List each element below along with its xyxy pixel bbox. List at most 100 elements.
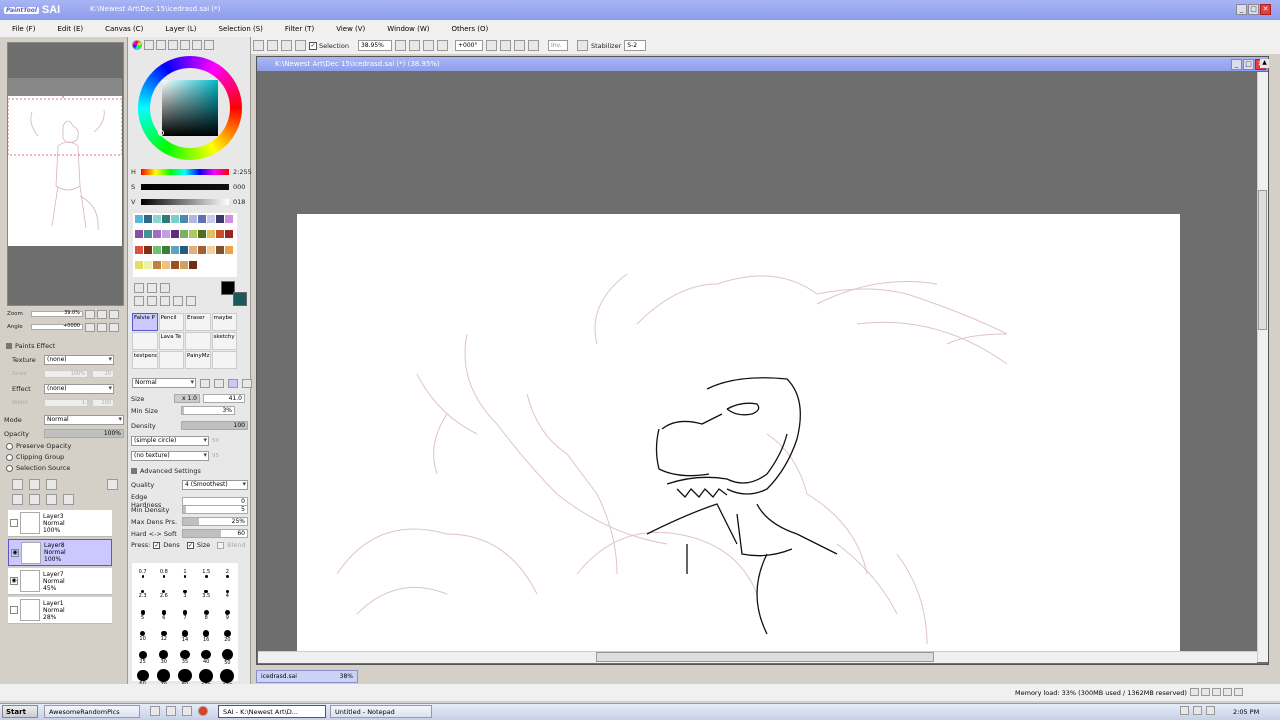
color-swatch[interactable] <box>180 260 188 269</box>
app-icon-3[interactable] <box>182 706 192 716</box>
layer-mode-select[interactable]: Normal <box>44 415 124 425</box>
width-v-slider[interactable]: 100 <box>92 399 114 407</box>
zoom-tool-icon[interactable] <box>147 296 157 306</box>
menu-others[interactable]: Others (O) <box>440 20 499 37</box>
brush-size-preset[interactable]: 50 <box>217 647 238 668</box>
hue-slider[interactable] <box>141 169 229 175</box>
visibility-toggle-icon[interactable] <box>10 606 18 614</box>
layer-item[interactable]: Layer3 Normal 100% <box>8 510 112 537</box>
color-square[interactable] <box>162 80 218 136</box>
clipping-group-radio[interactable] <box>6 453 13 461</box>
brush-tool-button[interactable] <box>132 332 158 350</box>
color-swatch[interactable] <box>216 245 224 254</box>
density-slider[interactable]: 100 <box>181 421 248 430</box>
zoom-fit-icon[interactable] <box>436 40 448 51</box>
tray-icon-1[interactable] <box>1180 706 1189 715</box>
taskbar-item-sai[interactable]: SAI - K:\Newest Art\D... <box>218 705 326 718</box>
scale-num-slider[interactable]: 20 <box>92 370 114 378</box>
brush-shape-1-icon[interactable] <box>200 378 210 388</box>
new-layer-icon[interactable] <box>12 479 23 490</box>
color-swatch[interactable] <box>189 215 197 223</box>
color-swatch[interactable] <box>198 215 206 223</box>
rotate-reset-icon[interactable] <box>513 40 525 51</box>
blend-checkbox[interactable] <box>217 541 225 549</box>
brush-size-preset[interactable]: 12 <box>153 626 174 647</box>
selection-source-radio[interactable] <box>6 464 13 472</box>
nav-zoom-fit-icon[interactable] <box>109 309 119 319</box>
swatch-tab-icon[interactable] <box>168 40 178 50</box>
brush-size-preset[interactable]: 9 <box>217 605 238 626</box>
clipping-group-option[interactable]: Clipping Group <box>6 453 64 461</box>
brush-size-preset[interactable]: 40 <box>196 647 217 668</box>
color-swatch[interactable] <box>180 230 188 239</box>
brush-tool-button[interactable]: Falvie P <box>132 313 158 331</box>
clear-layer-icon[interactable] <box>46 494 57 505</box>
nav-rotate-reset-icon[interactable] <box>109 322 119 332</box>
brush-shape-select[interactable]: (simple circle) <box>131 436 209 446</box>
selection-source-option[interactable]: Selection Source <box>6 464 70 472</box>
color-swatch[interactable] <box>171 260 179 269</box>
new-linework-icon[interactable] <box>29 479 40 490</box>
color-swatch[interactable] <box>144 260 152 269</box>
effect-select[interactable]: (none) <box>44 384 114 394</box>
canvas-maximize-icon[interactable]: □ <box>1243 59 1254 70</box>
width-slider[interactable]: 1 <box>44 399 88 407</box>
visibility-toggle-icon[interactable]: ◉ <box>10 577 18 585</box>
brush-size-preset[interactable]: 4 <box>217 584 238 605</box>
minsize-slider[interactable]: 3% <box>181 406 235 415</box>
paints-effect-header[interactable]: Paints Effect <box>6 342 55 350</box>
mixer-tab-icon[interactable] <box>192 40 202 50</box>
color-swatch[interactable] <box>198 230 206 239</box>
vertical-scrollbar[interactable] <box>1257 72 1268 662</box>
sat-slider[interactable] <box>141 184 229 190</box>
preserve-opacity-radio[interactable] <box>6 442 13 450</box>
color-swatch[interactable] <box>189 260 197 269</box>
canvas-minimize-icon[interactable]: _ <box>1231 59 1242 70</box>
horizontal-scroll-thumb[interactable] <box>596 652 934 662</box>
scroll-up-icon[interactable]: ▲ <box>1260 59 1269 68</box>
menu-selection[interactable]: Selection (S) <box>207 20 273 37</box>
stabilizer-select[interactable]: S-2 <box>624 40 647 51</box>
brush-size-preset[interactable]: 16 <box>196 626 217 647</box>
nav-zoom-slider[interactable]: 39.0% <box>31 310 83 317</box>
nav-zoom-out-icon[interactable] <box>85 309 95 319</box>
brush-size-preset[interactable]: 6 <box>153 605 174 626</box>
color-swatch[interactable] <box>162 260 170 269</box>
magic-wand-icon[interactable] <box>160 283 170 293</box>
color-swatch[interactable] <box>135 260 143 269</box>
color-swatch[interactable] <box>225 230 233 239</box>
brush-tool-button[interactable]: maybe <box>211 313 237 331</box>
scale-slider[interactable]: 100% <box>44 370 88 378</box>
color-swatch[interactable] <box>189 245 197 254</box>
menu-filter[interactable]: Filter (T) <box>273 20 324 37</box>
color-swatch[interactable] <box>171 230 179 239</box>
move-icon[interactable] <box>134 296 144 306</box>
selection-checkbox[interactable]: ✓ <box>309 41 317 50</box>
merge-down-icon[interactable] <box>29 494 40 505</box>
color-swatch[interactable] <box>153 230 161 239</box>
menu-canvas[interactable]: Canvas (C) <box>93 20 153 37</box>
taskbar-item-notepad[interactable]: Untitled - Notepad <box>330 705 432 718</box>
nav-rotate-left-icon[interactable] <box>85 322 95 332</box>
drawing-canvas[interactable] <box>297 214 1180 652</box>
color-swatch[interactable] <box>135 215 143 223</box>
brush-size-preset[interactable]: 14 <box>174 626 195 647</box>
deselect-icon[interactable] <box>281 40 292 51</box>
brush-size-preset[interactable]: 3 <box>174 584 195 605</box>
brush-tool-button[interactable]: PainyMz <box>185 351 211 369</box>
nav-angle-slider[interactable]: +0000 <box>31 323 83 330</box>
color-swatch[interactable] <box>207 215 215 223</box>
color-swatch[interactable] <box>153 215 161 223</box>
size-checkbox[interactable]: ✓ <box>186 541 194 549</box>
menu-view[interactable]: View (V) <box>324 20 375 37</box>
hsv-slider-tab-icon[interactable] <box>156 40 166 50</box>
brush-size-preset[interactable]: 2 <box>217 563 238 584</box>
document-tab[interactable]: icedrasd.sai 38% <box>256 670 358 683</box>
brush-tool-button[interactable] <box>185 332 211 350</box>
color-swatch[interactable] <box>207 245 215 254</box>
val-slider[interactable] <box>141 199 229 205</box>
brush-size-preset[interactable]: 20 <box>217 626 238 647</box>
volume-icon[interactable] <box>1206 706 1215 715</box>
texture-select[interactable]: (none) <box>44 355 114 365</box>
new-folder-icon[interactable] <box>46 479 57 490</box>
